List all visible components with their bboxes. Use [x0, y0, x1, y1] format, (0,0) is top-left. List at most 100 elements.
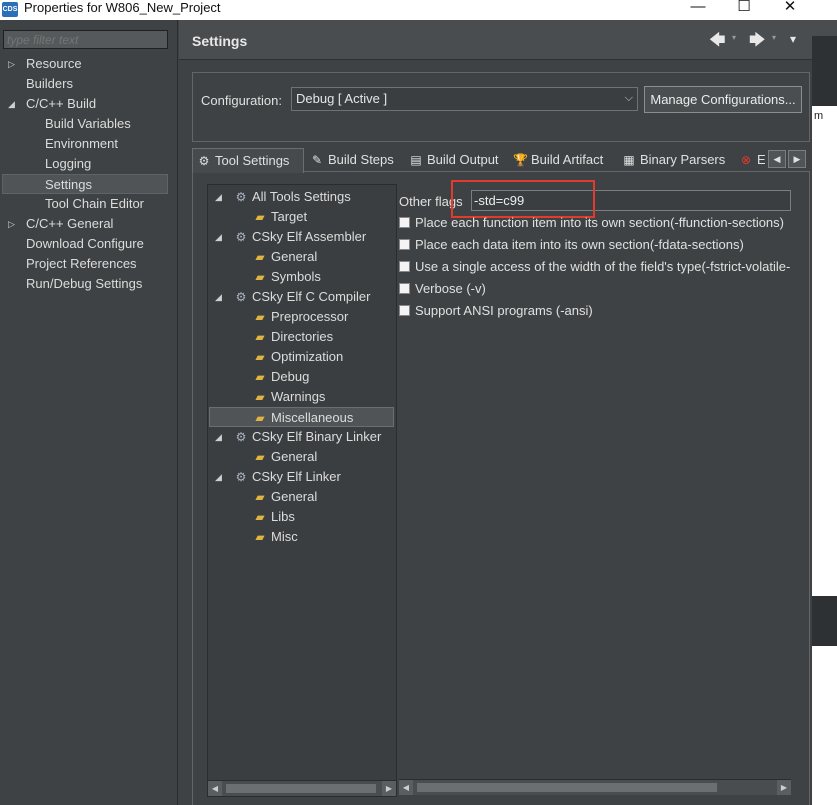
option-row[interactable]: Verbose (-v) [399, 280, 791, 298]
tree-item[interactable]: ⚙ All Tools Settings [233, 187, 351, 207]
settings-folder-icon: ▰ [255, 250, 265, 264]
option-checkbox[interactable] [399, 261, 410, 272]
view-menu-icon[interactable]: ▾ [790, 32, 796, 46]
window-title: Properties for W806_New_Project [24, 0, 221, 15]
tab-tool-settings[interactable]: ⚙ Tool Settings [192, 148, 304, 173]
nav-item[interactable]: Settings [2, 174, 168, 194]
tab-label: Build Steps [328, 152, 394, 167]
tab-scroll-left-icon[interactable]: ◀ [768, 150, 786, 168]
tree-item[interactable]: ▰ Optimization [252, 347, 343, 367]
nav-item[interactable]: Environment [45, 134, 118, 154]
nav-item[interactable]: Run/Debug Settings [26, 274, 142, 294]
option-label: Place each function item into its own se… [415, 215, 784, 230]
tab-build-output[interactable]: ▤ Build Output [405, 148, 507, 172]
tab-scroll-right-icon[interactable]: ▶ [788, 150, 806, 168]
tool-gear-icon: ⚙ [235, 190, 247, 204]
forward-arrow-icon[interactable]: 🡆 [749, 29, 766, 56]
nav-item[interactable]: C/C++ General [26, 214, 113, 234]
option-row[interactable]: Use a single access of the width of the … [399, 258, 791, 276]
collapse-arrow-icon[interactable]: ◢ [215, 472, 225, 482]
collapse-arrow-icon[interactable]: ◢ [215, 432, 225, 442]
back-arrow-icon[interactable]: 🡄 [709, 29, 726, 56]
scroll-left-arrow-icon[interactable]: ◀ [399, 780, 413, 795]
option-checkbox[interactable] [399, 305, 410, 316]
nav-item[interactable]: Logging [45, 154, 91, 174]
option-checkbox[interactable] [399, 239, 410, 250]
tree-item[interactable]: ▰ Symbols [252, 267, 320, 287]
collapse-arrow-icon[interactable]: ◢ [215, 192, 225, 202]
tree-item[interactable]: ⚙ CSky Elf Linker [233, 467, 341, 487]
tree-item[interactable]: ▰ General [252, 247, 317, 267]
filter-input[interactable] [3, 30, 168, 49]
tree-horizontal-scrollbar[interactable]: ◀ ▶ [208, 780, 396, 796]
configuration-select[interactable]: Debug [ Active ] ⌵ [291, 87, 638, 111]
expand-arrow-icon[interactable]: ▷ [8, 214, 18, 234]
option-checkbox[interactable] [399, 217, 410, 228]
tree-item[interactable]: ⚙ CSky Elf C Compiler [233, 287, 371, 307]
maximize-button[interactable]: ☐ [721, 0, 767, 18]
nav-item[interactable]: Project References [26, 254, 137, 274]
tree-item[interactable]: ▰ Warnings [252, 387, 325, 407]
option-row[interactable]: Support ANSI programs (-ansi) [399, 302, 791, 320]
tree-item-label: CSky Elf Binary Linker [252, 429, 382, 444]
options-horizontal-scrollbar[interactable]: ◀ ▶ [399, 779, 791, 795]
option-label: Place each data item into its own sectio… [415, 237, 744, 252]
nav-item[interactable]: Builders [26, 74, 73, 94]
nav-item[interactable]: Tool Chain Editor [45, 194, 144, 214]
option-row[interactable]: Place each data item into its own sectio… [399, 236, 791, 254]
scroll-left-arrow-icon[interactable]: ◀ [208, 781, 222, 796]
scroll-right-arrow-icon[interactable]: ▶ [777, 780, 791, 795]
option-row[interactable]: Place each function item into its own se… [399, 214, 791, 232]
tab-build-artifact[interactable]: 🏆 Build Artifact [509, 148, 616, 172]
configuration-value: Debug [ Active ] [296, 91, 388, 106]
close-button[interactable]: ✕ [767, 0, 813, 18]
back-dropdown-icon[interactable]: ▾ [732, 33, 736, 42]
tree-item-label: General [271, 449, 318, 464]
settings-folder-icon: ▰ [255, 490, 265, 504]
tree-item[interactable]: ▰ General [252, 487, 317, 507]
tab-label: E [757, 152, 765, 167]
tool-gear-icon: ⚙ [235, 470, 247, 484]
tree-item-label: Misc [271, 529, 298, 544]
configuration-label: Configuration: [201, 93, 282, 108]
tab-label: Binary Parsers [640, 152, 726, 167]
scroll-right-arrow-icon[interactable]: ▶ [382, 781, 396, 796]
binary-icon: ▦ [623, 153, 635, 167]
scroll-thumb[interactable] [226, 784, 376, 793]
scroll-thumb[interactable] [417, 783, 717, 792]
tree-item[interactable]: ▰ Directories [252, 327, 333, 347]
tree-item[interactable]: ▰ Preprocessor [252, 307, 348, 327]
expand-arrow-icon[interactable]: ◢ [8, 94, 18, 114]
nav-item[interactable]: Resource [26, 54, 82, 74]
settings-folder-icon: ▰ [255, 270, 265, 284]
tree-item[interactable]: ▰ Misc [252, 527, 298, 547]
settings-folder-icon: ▰ [255, 350, 265, 364]
tree-item[interactable]: ▰ Libs [252, 507, 294, 527]
tree-item[interactable]: ▰ Miscellaneous [209, 407, 394, 427]
tree-item[interactable]: ⚙ CSky Elf Binary Linker [233, 427, 382, 447]
tree-item-label: Miscellaneous [271, 410, 354, 425]
nav-item[interactable]: Build Variables [45, 114, 131, 134]
tree-item[interactable]: ▰ Target [252, 207, 307, 227]
expand-arrow-icon[interactable]: ▷ [8, 54, 18, 74]
settings-folder-icon: ▰ [255, 530, 265, 544]
settings-folder-icon: ▰ [255, 411, 265, 425]
tab-binary-parsers[interactable]: ▦ Binary Parsers [618, 148, 733, 172]
collapse-arrow-icon[interactable]: ◢ [215, 232, 225, 242]
property-nav-panel: ▷ ResourceBuilders ◢ C/C++ BuildBuild Varia… [0, 20, 178, 805]
settings-page: Settings 🡄 ▾ 🡆 ▾ ▾ Configuration: Debug … [179, 20, 837, 805]
nav-item[interactable]: Download Configure [26, 234, 144, 254]
tree-item[interactable]: ▰ General [252, 447, 317, 467]
tab-e[interactable]: ⊗ E [735, 148, 765, 172]
tree-item[interactable]: ▰ Debug [252, 367, 309, 387]
tab-build-steps[interactable]: ✎ Build Steps [306, 148, 403, 172]
collapse-arrow-icon[interactable]: ◢ [215, 292, 225, 302]
manage-configurations-button[interactable]: Manage Configurations... [644, 86, 802, 113]
option-checkbox[interactable] [399, 283, 410, 294]
forward-dropdown-icon[interactable]: ▾ [772, 33, 776, 42]
tool-gear-icon: ⚙ [235, 290, 247, 304]
minimize-button[interactable]: — [675, 0, 721, 18]
tab-label: Build Artifact [531, 152, 604, 167]
tree-item[interactable]: ⚙ CSky Elf Assembler [233, 227, 367, 247]
nav-item[interactable]: C/C++ Build [26, 94, 96, 114]
